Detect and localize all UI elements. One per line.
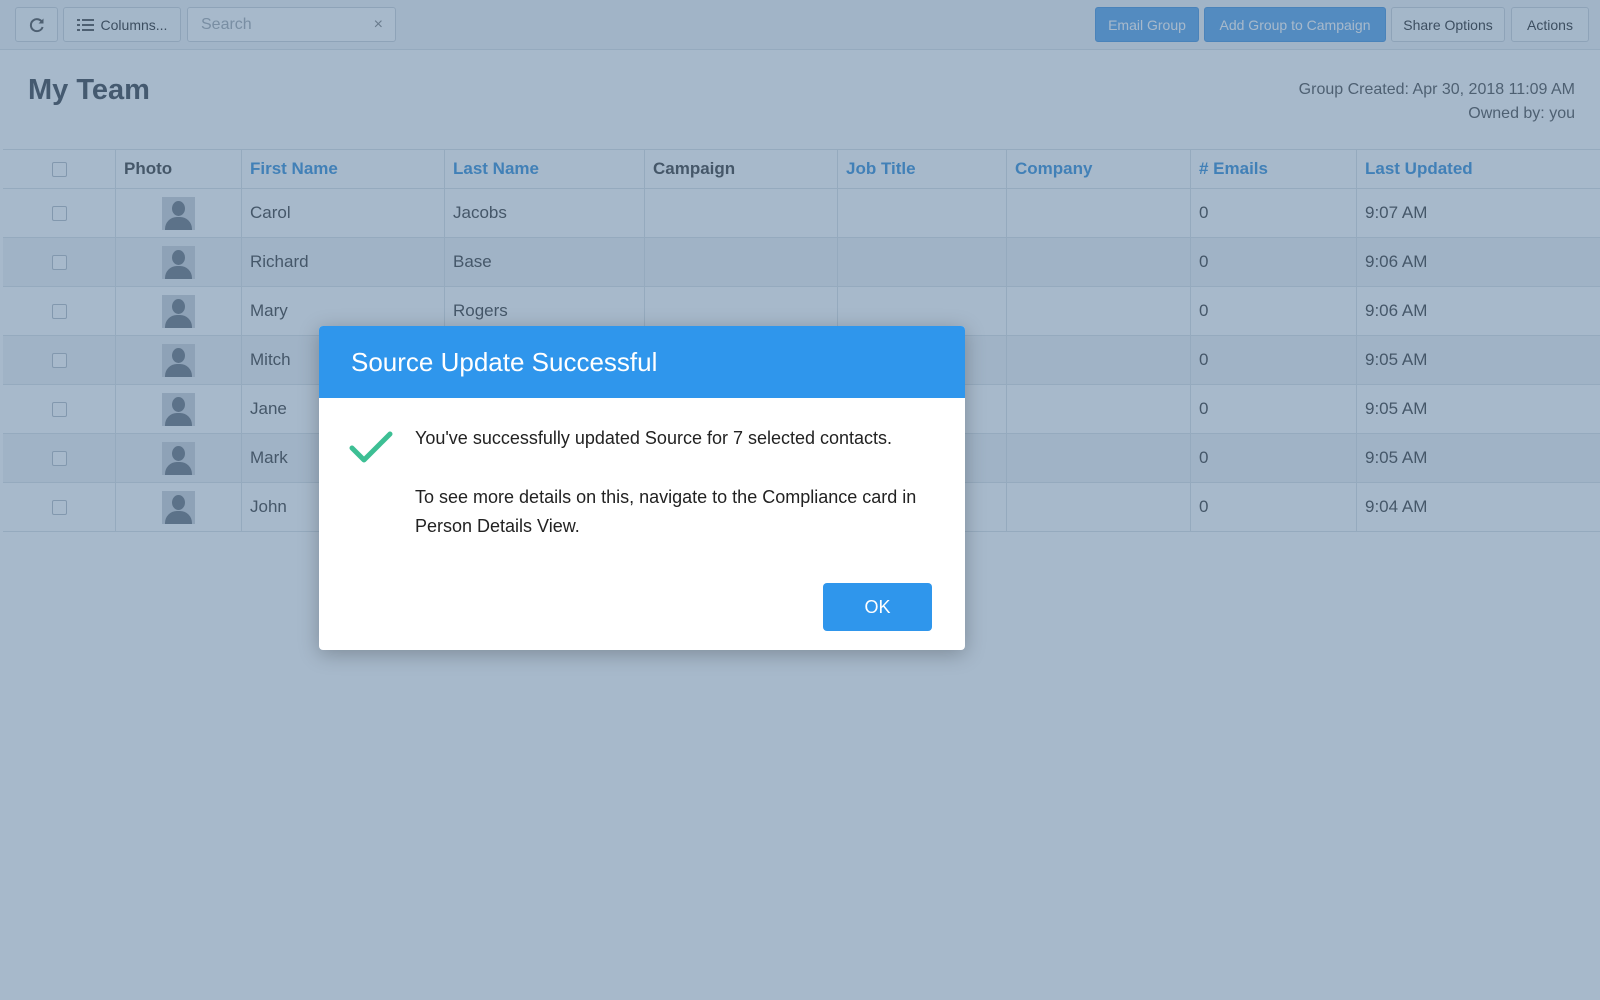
checkmark-icon: [349, 431, 393, 463]
ok-button[interactable]: OK: [823, 583, 932, 631]
success-dialog: Source Update Successful You've successf…: [319, 326, 965, 650]
dialog-details: To see more details on this, navigate to…: [415, 487, 917, 536]
dialog-title: Source Update Successful: [351, 346, 658, 377]
dialog-header: Source Update Successful: [319, 326, 965, 398]
dialog-message: You've successfully updated Source for 7…: [415, 428, 893, 448]
